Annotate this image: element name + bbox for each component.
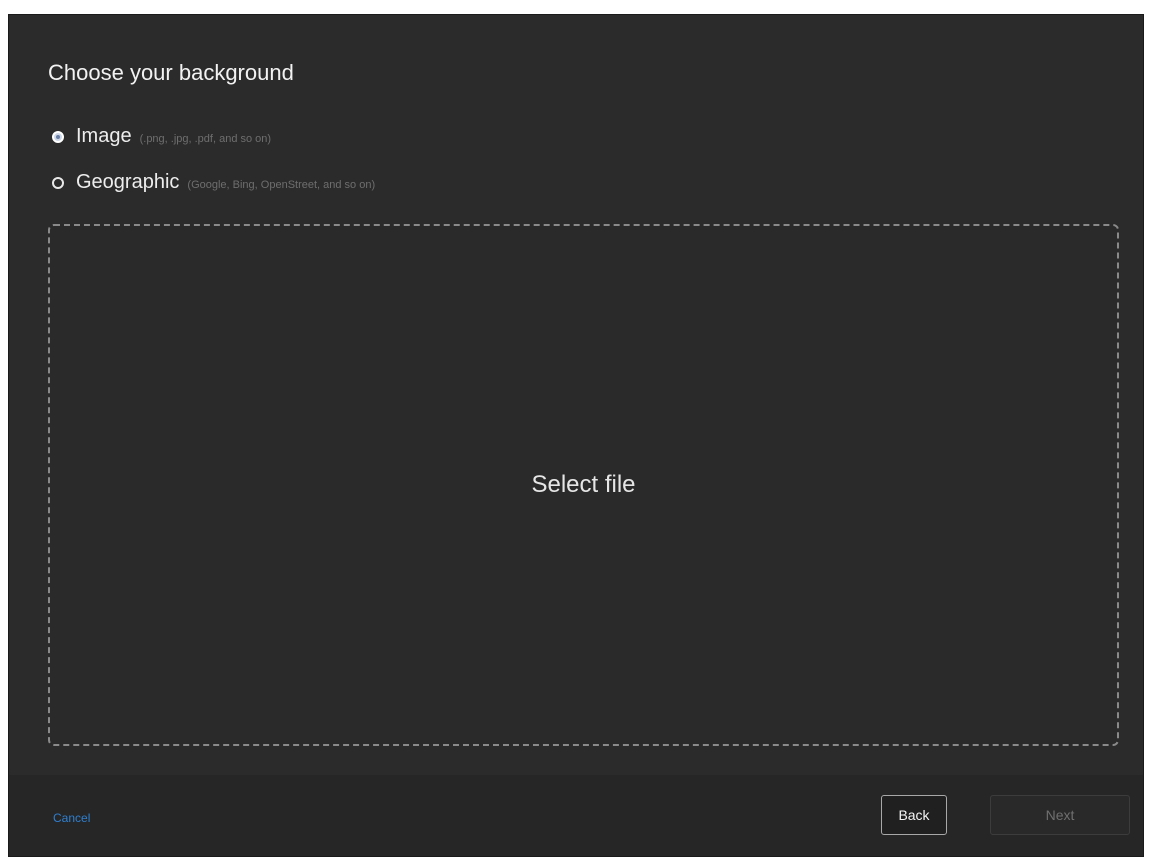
back-button[interactable]: Back	[881, 795, 947, 835]
dialog-title: Choose your background	[48, 60, 294, 85]
choose-background-dialog: Choose your background Image (.png, .jpg…	[8, 14, 1144, 857]
option-image-hint: (.png, .jpg, .pdf, and so on)	[139, 132, 272, 145]
option-geographic[interactable]: Geographic (Google, Bing, OpenStreet, an…	[52, 171, 375, 194]
option-geographic-hint: (Google, Bing, OpenStreet, and so on)	[187, 178, 376, 191]
file-drop-zone[interactable]: Select file	[48, 224, 1119, 746]
image-radio-button[interactable]	[52, 130, 64, 143]
select-file-label: Select file	[531, 471, 636, 498]
next-button[interactable]: Next	[990, 795, 1130, 835]
cancel-link[interactable]: Cancel	[53, 811, 90, 825]
option-geographic-label: Geographic	[76, 171, 180, 193]
geographic-radio-button[interactable]	[52, 176, 64, 189]
option-image[interactable]: Image (.png, .jpg, .pdf, and so on)	[52, 125, 271, 148]
dialog-footer	[9, 775, 1143, 856]
option-image-label: Image	[76, 125, 132, 147]
